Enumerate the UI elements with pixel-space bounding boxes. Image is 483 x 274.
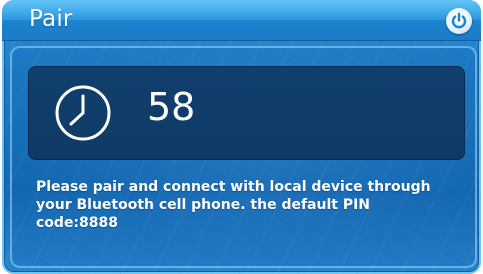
title-bar: Pair [2, 0, 481, 41]
clock-icon [55, 85, 111, 141]
countdown-panel: 58 [28, 66, 465, 160]
countdown-value: 58 [147, 85, 196, 129]
dialog-title: Pair [29, 6, 73, 32]
power-icon [451, 12, 467, 29]
instruction-line-3: code:8888 [36, 215, 118, 231]
pair-dialog: Pair 58 Please pair and connect with loc… [2, 0, 481, 274]
instruction-line-1: Please pair and connect with local devic… [36, 179, 431, 195]
close-button[interactable] [446, 8, 472, 34]
pairing-instructions: Please pair and connect with local devic… [36, 178, 456, 232]
instruction-line-2: your Bluetooth cell phone. the default P… [36, 197, 371, 213]
